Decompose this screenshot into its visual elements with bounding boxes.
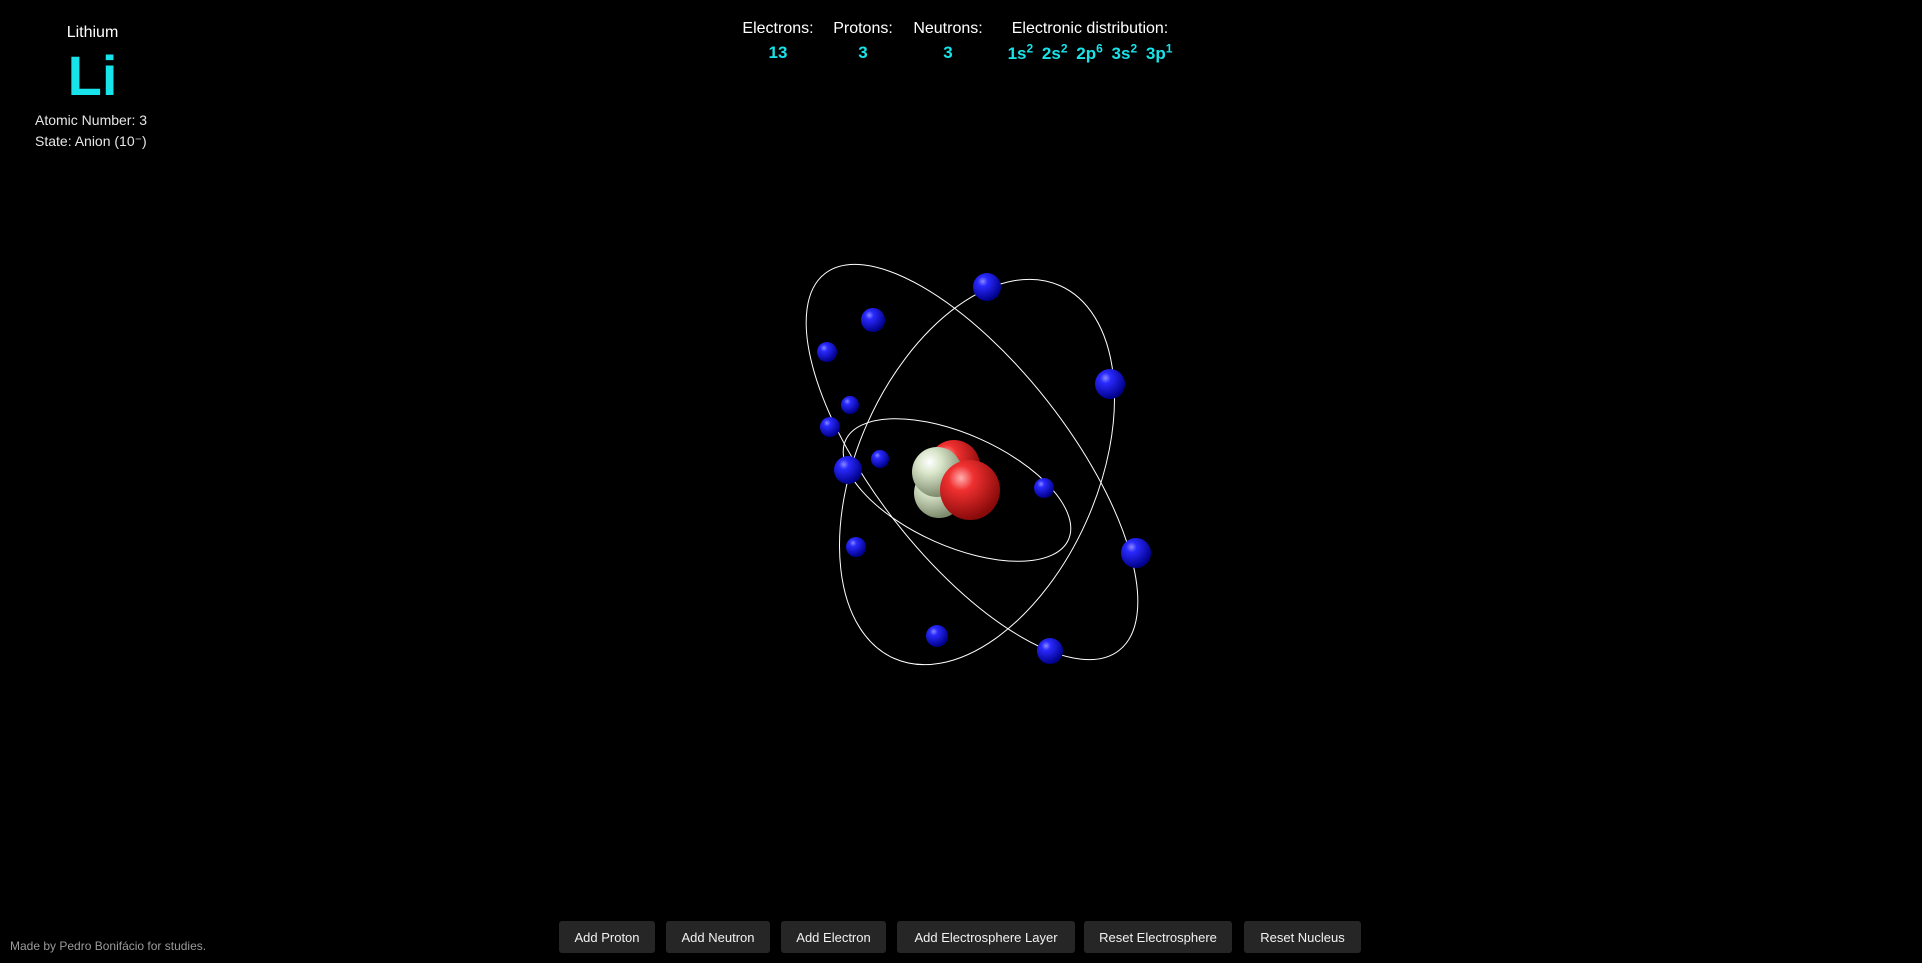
electron <box>817 342 837 362</box>
add-electron-button[interactable]: Add Electron <box>781 921 886 953</box>
electron <box>820 417 840 437</box>
reset-electrosphere-button[interactable]: Reset Electrosphere <box>1084 921 1232 953</box>
electron <box>1121 538 1151 568</box>
controls-bar: Add Proton Add Neutron Add Electron Add … <box>0 921 1922 955</box>
nucleus <box>912 440 1000 520</box>
electron <box>846 537 866 557</box>
atom-canvas[interactable] <box>0 0 1922 963</box>
electron <box>861 308 885 332</box>
electron <box>834 456 862 484</box>
electron <box>1095 369 1125 399</box>
electron <box>841 396 859 414</box>
atom-simulator: Lithium Li Atomic Number: 3 State: Anion… <box>0 0 1922 963</box>
add-electrosphere-layer-button[interactable]: Add Electrosphere Layer <box>897 921 1075 953</box>
add-neutron-button[interactable]: Add Neutron <box>666 921 770 953</box>
electron <box>926 625 948 647</box>
add-proton-button[interactable]: Add Proton <box>559 921 655 953</box>
electron <box>1037 638 1063 664</box>
reset-nucleus-button[interactable]: Reset Nucleus <box>1244 921 1361 953</box>
electron <box>973 273 1001 301</box>
electron <box>1034 478 1054 498</box>
electron <box>871 450 889 468</box>
proton <box>940 460 1000 520</box>
